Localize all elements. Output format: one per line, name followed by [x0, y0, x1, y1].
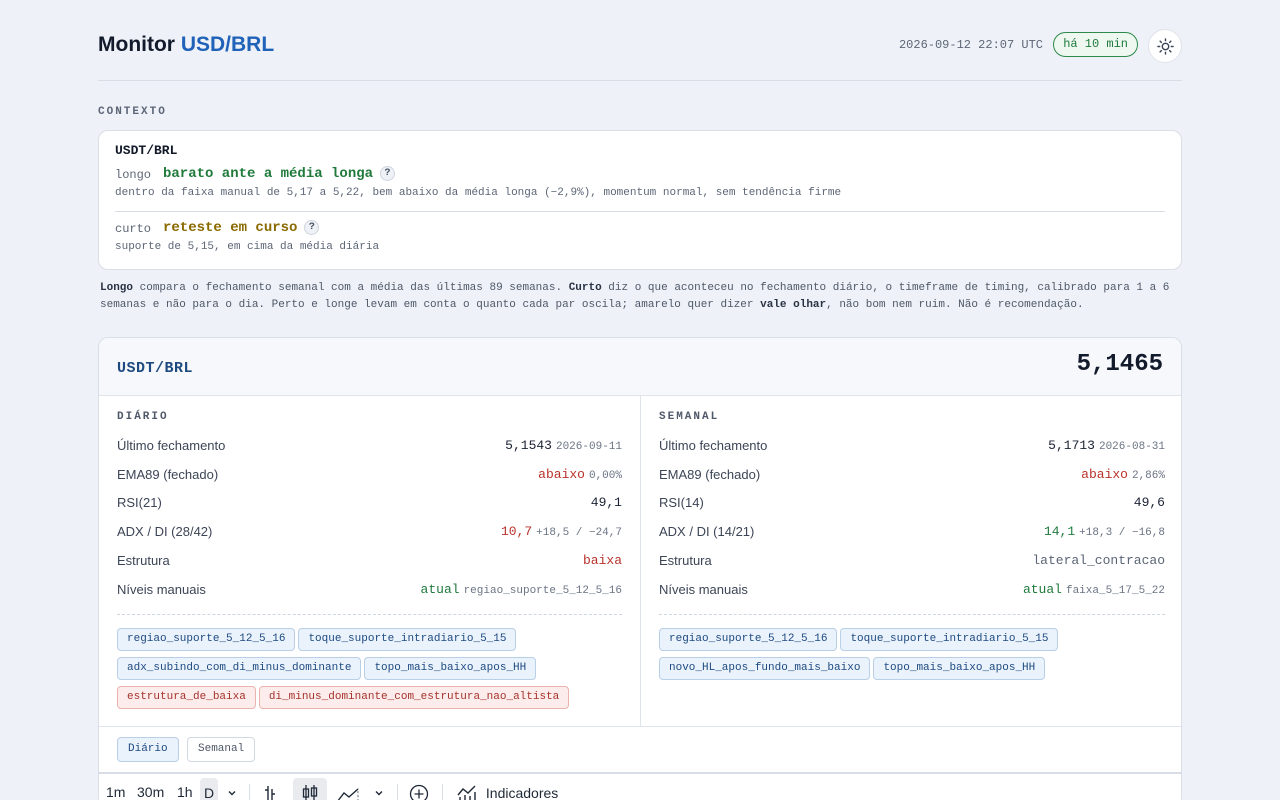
short-verdict-text: reteste em curso	[163, 220, 298, 236]
weekly-tags: regiao_suporte_5_12_5_16 toque_suporte_in…	[659, 628, 1165, 686]
long-label: longo	[115, 168, 152, 182]
interval-1m[interactable]: 1m	[106, 784, 125, 800]
context-explanation: Longo compara o fechamento semanal com a…	[100, 282, 1170, 311]
current-price: 5,1465	[1076, 351, 1163, 378]
long-description: dentro da faixa manual de 5,17 a 5,22, b…	[115, 187, 842, 199]
bars-icon	[265, 786, 275, 800]
tab-weekly[interactable]: Semanal	[187, 737, 256, 762]
chevron-down-icon	[375, 791, 383, 796]
freshness-badge: há 10 min	[1053, 32, 1138, 57]
section-label-context: CONTEXTO	[98, 106, 167, 118]
pair-card-header: USDT/BRL 5,1465	[99, 338, 1181, 396]
long-verdict: barato ante a média longa?	[163, 166, 396, 182]
indicators-button[interactable]: Indicadores	[456, 783, 558, 800]
pair-card-title: USDT/BRL	[117, 360, 194, 377]
chart-style-dropdown[interactable]	[373, 786, 385, 800]
tag-chip-bearish: di_minus_dominante_com_estrutura_nao_alt…	[258, 686, 570, 709]
tab-daily[interactable]: Diário	[117, 737, 179, 762]
timeframe-tabs: Diário Semanal	[99, 726, 1181, 772]
indicators-label: Indicadores	[485, 785, 559, 800]
daily-row-rsi: RSI(21) 49,1	[117, 495, 622, 510]
page-header: Monitor USD/BRL 2026-09-12 22:07 UTC há …	[98, 29, 1182, 63]
sun-icon	[1157, 38, 1174, 55]
daily-column: DIÁRIO Último fechamento 5,1543 2026-09-1…	[99, 396, 641, 726]
interval-dropdown[interactable]	[226, 786, 238, 800]
area-style-button[interactable]	[335, 784, 361, 800]
tag-chip: regiao_suporte_5_12_5_16	[117, 628, 296, 651]
indicators-icon	[457, 785, 476, 800]
interval-d[interactable]: D	[200, 778, 219, 800]
header-divider	[98, 80, 1182, 81]
tag-chip: toque_suporte_intradiario_5_15	[298, 628, 517, 651]
long-verdict-text: barato ante a média longa	[163, 166, 374, 182]
toolbar-separator	[249, 784, 250, 800]
tag-chip: novo_HL_apos_fundo_mais_baixo	[659, 657, 871, 680]
interval-30m[interactable]: 30m	[137, 784, 164, 800]
long-help-icon[interactable]: ?	[380, 166, 396, 181]
plus-circle-icon	[409, 784, 429, 800]
toolbar-separator	[397, 784, 398, 800]
interval-1h[interactable]: 1h	[177, 784, 193, 800]
title-pair: USD/BRL	[180, 33, 275, 56]
daily-row-levels: Níveis manuais atual regiao_suporte_5_12_…	[117, 582, 622, 597]
weekly-row-levels: Níveis manuais atual faixa_5_17_5_22	[659, 582, 1165, 597]
short-description: suporte de 5,15, em cima da média diária	[115, 241, 380, 253]
daily-row-ema: EMA89 (fechado) abaixo 0,00%	[117, 467, 622, 482]
context-card: USDT/BRL longo barato ante a média longa…	[98, 130, 1182, 270]
weekly-row-adx: ADX / DI (14/21) 14,1 +18,3 / −16,8	[659, 524, 1165, 539]
context-divider	[115, 211, 1165, 212]
weekly-row-structure: Estrutura lateral_contracao	[659, 553, 1165, 568]
chevron-down-icon	[228, 791, 236, 796]
weekly-column: SEMANAL Último fechamento 5,1713 2026-08-…	[641, 396, 1181, 726]
short-help-icon[interactable]: ?	[304, 220, 320, 235]
tag-chip: adx_subindo_com_di_minus_dominante	[117, 657, 362, 680]
area-chart-icon	[337, 788, 359, 800]
candles-icon	[302, 785, 318, 800]
weekly-row-last-close: Último fechamento 5,1713 2026-08-31	[659, 438, 1165, 453]
short-verdict: reteste em curso?	[163, 220, 320, 236]
short-label: curto	[115, 222, 152, 236]
timestamp: 2026-09-12 22:07 UTC	[898, 38, 1043, 52]
weekly-divider	[659, 614, 1165, 615]
context-pair: USDT/BRL	[115, 143, 178, 158]
compare-button[interactable]	[409, 784, 429, 800]
title-prefix: Monitor	[98, 33, 175, 56]
tag-chip-bearish: estrutura_de_baixa	[117, 686, 256, 709]
theme-toggle-button[interactable]	[1148, 29, 1182, 63]
daily-row-structure: Estrutura baixa	[117, 553, 622, 568]
tag-chip: topo_mais_baixo_apos_HH	[364, 657, 537, 680]
daily-row-last-close: Último fechamento 5,1543 2026-09-11	[117, 438, 622, 453]
candles-style-button[interactable]	[293, 778, 327, 800]
daily-title: DIÁRIO	[117, 411, 169, 423]
tag-chip: regiao_suporte_5_12_5_16	[659, 628, 838, 651]
tag-chip: topo_mais_baixo_apos_HH	[873, 657, 1046, 680]
weekly-title: SEMANAL	[659, 411, 720, 423]
daily-tags: regiao_suporte_5_12_5_16 toque_suporte_in…	[117, 628, 622, 715]
bars-style-button[interactable]	[263, 783, 281, 800]
weekly-row-ema: EMA89 (fechado) abaixo 2,86%	[659, 467, 1165, 482]
pair-card: USDT/BRL 5,1465 DIÁRIO Último fechamento…	[98, 337, 1182, 800]
daily-divider	[117, 614, 622, 615]
toolbar-separator	[442, 784, 443, 800]
weekly-row-rsi: RSI(14) 49,6	[659, 495, 1165, 510]
page-title: Monitor USD/BRL	[98, 33, 274, 57]
chart-toolbar: 1m 30m 1h D Indicadores	[99, 772, 1181, 800]
daily-row-adx: ADX / DI (28/42) 10,7 +18,5 / −24,7	[117, 524, 622, 539]
tag-chip: toque_suporte_intradiario_5_15	[840, 628, 1059, 651]
